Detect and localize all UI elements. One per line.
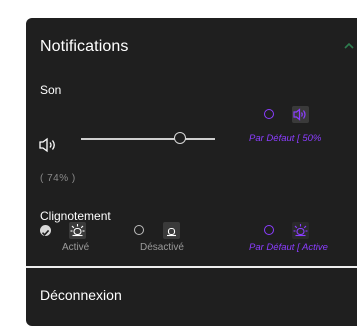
blink-off-radio[interactable] xyxy=(134,225,144,235)
check-icon xyxy=(41,229,50,236)
volume-slider-track[interactable] xyxy=(81,138,215,140)
blink-default-radio[interactable] xyxy=(264,225,274,235)
speaker-volume-icon xyxy=(39,137,55,153)
siren-on-icon xyxy=(70,224,85,237)
sound-default-label: Par Défaut [ 50% xyxy=(249,133,322,144)
blink-section-label: Clignotement xyxy=(40,209,111,223)
chevron-up-icon[interactable] xyxy=(343,40,355,52)
section-divider xyxy=(26,266,357,268)
blink-on-radio[interactable] xyxy=(40,225,51,236)
sound-section-label: Son xyxy=(40,83,62,97)
logout-button[interactable]: Déconnexion xyxy=(40,287,122,303)
siren-off-icon xyxy=(167,227,176,237)
blink-on-label: Activé xyxy=(62,242,90,253)
blink-on-icon-box[interactable] xyxy=(69,222,86,239)
blink-off-label: Désactivé xyxy=(140,242,184,253)
blink-off-icon-box[interactable] xyxy=(163,222,180,239)
blink-default-label: Par Défaut [ Active xyxy=(249,242,328,253)
panel-title: Notifications xyxy=(40,38,129,55)
sound-default-icon-box[interactable] xyxy=(292,106,309,123)
volume-slider-thumb[interactable] xyxy=(174,132,187,144)
siren-on-icon xyxy=(293,224,308,237)
speaker-volume-icon xyxy=(293,108,306,121)
volume-slider[interactable] xyxy=(81,132,215,146)
notifications-panel: Notifications Son ( 74% ) Par Défaut [ 5… xyxy=(26,18,357,326)
blink-default-icon-box[interactable] xyxy=(292,222,309,239)
sound-default-radio[interactable] xyxy=(264,109,274,119)
volume-percent-text: ( 74% ) xyxy=(40,173,76,184)
